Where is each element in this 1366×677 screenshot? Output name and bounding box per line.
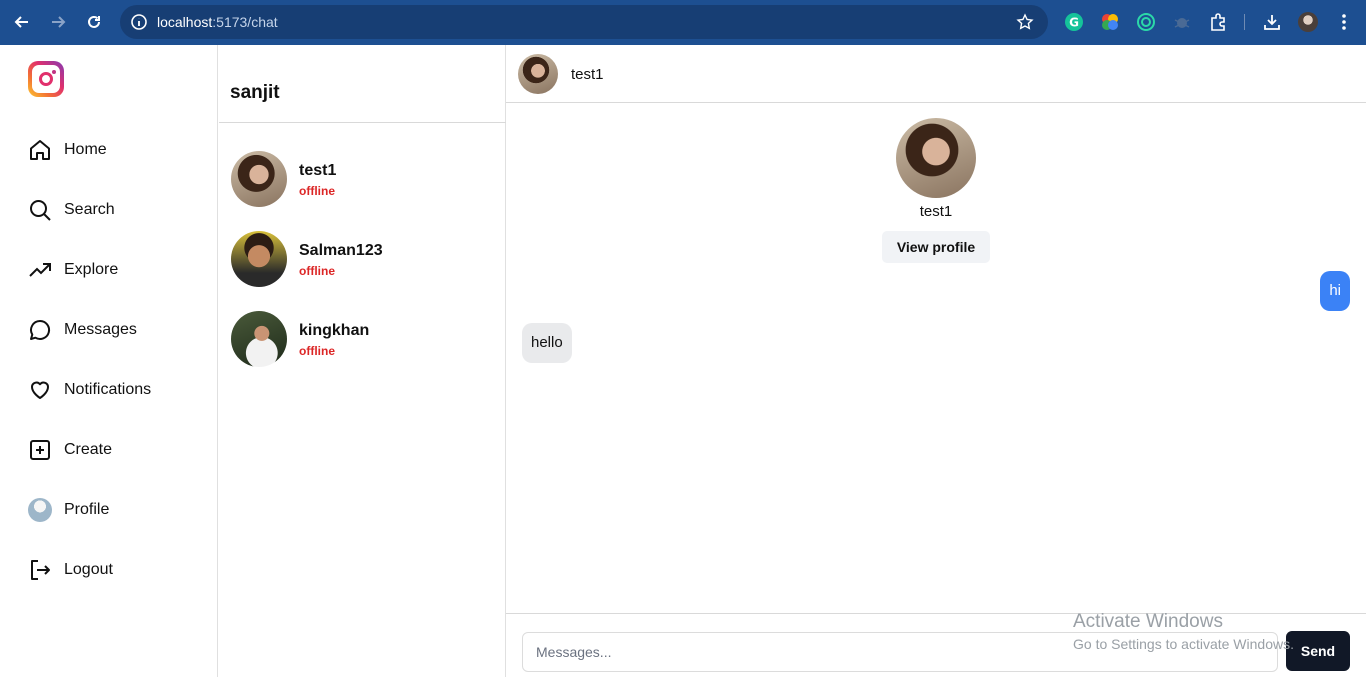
instagram-logo-icon[interactable] <box>28 61 64 97</box>
sidebar-item-label: Messages <box>64 321 137 338</box>
conversation-name: kingkhan <box>299 322 370 339</box>
sidebar-item-label: Create <box>64 441 113 458</box>
reload-icon[interactable] <box>83 11 105 33</box>
url-text: localhost:5173/chat <box>157 14 278 30</box>
view-profile-button[interactable]: View profile <box>882 231 990 263</box>
logout-icon <box>28 558 52 582</box>
downloads-icon[interactable] <box>1262 12 1282 32</box>
message-bubble-outgoing: hi <box>1320 271 1350 311</box>
message-icon <box>28 318 52 342</box>
status-badge: offline <box>299 184 335 198</box>
divider <box>219 122 506 123</box>
send-button[interactable]: Send <box>1286 631 1350 671</box>
chat-pane: test1 test1 View profile hi hello Send <box>506 45 1366 677</box>
avatar[interactable] <box>518 54 558 94</box>
sidebar: Home Search Explore Messages Notificatio… <box>0 45 218 677</box>
current-username: sanjit <box>230 82 280 103</box>
plus-square-icon <box>28 438 52 462</box>
browser-menu-icon[interactable] <box>1334 12 1354 32</box>
conversation-list: sanjit test1 offline Salman123 offline k… <box>219 45 506 677</box>
color-picker-extension-icon[interactable] <box>1100 12 1120 32</box>
sidebar-item-label: Logout <box>64 561 113 578</box>
browser-profile-avatar[interactable] <box>1298 12 1318 32</box>
sidebar-item-label: Notifications <box>64 381 152 398</box>
avatar <box>231 151 287 207</box>
avatar <box>231 231 287 287</box>
back-icon[interactable] <box>11 11 33 33</box>
app-root: Home Search Explore Messages Notificatio… <box>0 45 1366 677</box>
profile-avatar <box>28 498 52 522</box>
status-badge: offline <box>299 344 335 358</box>
toolbar-divider <box>1244 14 1245 30</box>
conversation-item[interactable]: test1 offline <box>231 151 491 209</box>
sidebar-item-profile[interactable]: Profile <box>28 495 109 525</box>
sidebar-item-label: Home <box>64 141 107 158</box>
chat-header: test1 <box>506 45 1366 103</box>
conversation-item[interactable]: Salman123 offline <box>231 231 491 289</box>
grammarly-extension-icon[interactable]: G <box>1064 12 1084 32</box>
home-icon <box>28 138 52 162</box>
message-composer: Send <box>506 613 1366 677</box>
extensions-puzzle-icon[interactable] <box>1208 12 1228 32</box>
profile-name: test1 <box>919 203 953 220</box>
sidebar-item-search[interactable]: Search <box>28 195 115 225</box>
sidebar-item-label: Explore <box>64 261 119 278</box>
conversation-name: test1 <box>299 162 337 179</box>
svg-text:G: G <box>1069 16 1079 30</box>
conversation-name: Salman123 <box>299 242 383 259</box>
forward-icon[interactable] <box>47 11 69 33</box>
message-input[interactable] <box>522 632 1278 672</box>
chat-profile-card: test1 View profile <box>506 118 1366 263</box>
conversation-item[interactable]: kingkhan offline <box>231 311 491 369</box>
sidebar-item-messages[interactable]: Messages <box>28 315 137 345</box>
heart-icon <box>28 378 52 402</box>
trending-icon <box>28 258 52 282</box>
sidebar-item-create[interactable]: Create <box>28 435 112 465</box>
chat-header-name: test1 <box>571 66 604 83</box>
bug-extension-icon[interactable] <box>1172 12 1192 32</box>
status-badge: offline <box>299 264 335 278</box>
search-icon <box>28 198 52 222</box>
address-bar[interactable]: localhost:5173/chat <box>120 5 1048 39</box>
message-bubble-incoming: hello <box>522 323 572 363</box>
target-extension-icon[interactable] <box>1136 12 1156 32</box>
avatar <box>231 311 287 367</box>
browser-toolbar: localhost:5173/chat G <box>0 0 1366 45</box>
sidebar-item-home[interactable]: Home <box>28 135 107 165</box>
bookmark-star-icon[interactable] <box>1016 13 1034 31</box>
sidebar-item-label: Profile <box>64 501 110 518</box>
site-info-icon[interactable] <box>130 13 148 31</box>
avatar <box>896 118 976 198</box>
sidebar-item-label: Search <box>64 201 115 218</box>
sidebar-item-explore[interactable]: Explore <box>28 255 118 285</box>
sidebar-item-logout[interactable]: Logout <box>28 555 113 585</box>
sidebar-item-notifications[interactable]: Notifications <box>28 375 151 405</box>
